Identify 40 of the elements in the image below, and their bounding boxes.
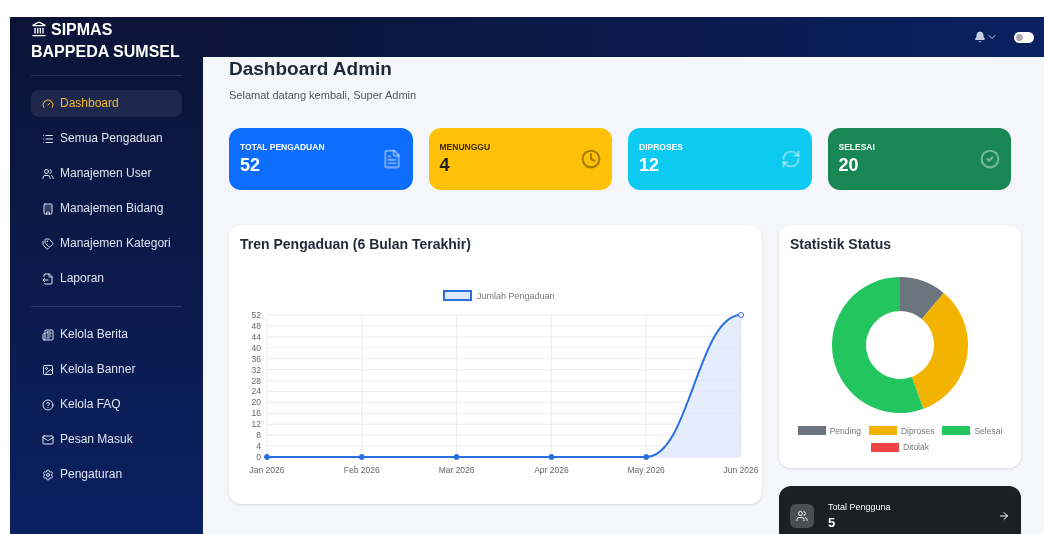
legend-label: Selesai <box>974 424 1003 438</box>
y-tick-label: 32 <box>251 364 261 375</box>
x-tick-label: Feb 2026 <box>343 464 380 475</box>
y-tick-label: 28 <box>251 375 261 386</box>
y-tick-label: 24 <box>251 385 261 396</box>
legend-label: Ditolak <box>903 441 929 454</box>
x-tick-label: Jun 2026 <box>723 464 759 475</box>
y-tick-label: 12 <box>251 418 261 429</box>
legend-label: Jumlah Pengaduan <box>477 290 555 301</box>
users-value: 5 <box>828 514 837 530</box>
page-title: Dashboard Admin <box>229 57 393 81</box>
x-tick-label: Jan 2026 <box>249 464 285 475</box>
y-tick-label: 44 <box>251 331 261 342</box>
stat-label: SELESAI <box>838 141 875 154</box>
stat-value: 4 <box>439 153 451 176</box>
stat-value: 20 <box>838 153 860 176</box>
users-label: Total Pengguna <box>828 501 892 515</box>
stat-label: MENUNGGU <box>439 141 491 154</box>
x-tick-label: Mar 2026 <box>438 464 475 475</box>
y-tick-label: 52 <box>251 309 261 320</box>
x-tick-label: May 2026 <box>627 464 665 475</box>
page-subtitle: Selamat datang kembali, Super Admin <box>229 88 418 103</box>
y-tick-label: 48 <box>251 320 261 331</box>
y-tick-label: 20 <box>251 396 261 407</box>
y-tick-label: 0 <box>256 451 261 462</box>
card-title: Statistik Status <box>790 234 893 254</box>
x-tick-label: Apr 2026 <box>534 464 569 475</box>
stat-label: TOTAL PENGADUAN <box>240 141 325 154</box>
stat-value: 52 <box>240 153 262 176</box>
brand-title: SIPMAS BAPPEDA SUMSEL <box>31 19 181 62</box>
y-tick-label: 40 <box>251 342 261 353</box>
y-tick-label: 8 <box>256 429 261 440</box>
stat-value: 12 <box>639 153 661 176</box>
legend-label: Pending <box>829 424 861 438</box>
y-tick-label: 16 <box>251 407 261 418</box>
y-tick-label: 4 <box>256 440 261 451</box>
y-tick-label: 36 <box>251 353 261 364</box>
stat-label: DIPROSES <box>639 141 683 154</box>
legend-label: Diproses <box>900 424 935 438</box>
card-title: Tren Pengaduan (6 Bulan Terakhir) <box>239 234 472 254</box>
